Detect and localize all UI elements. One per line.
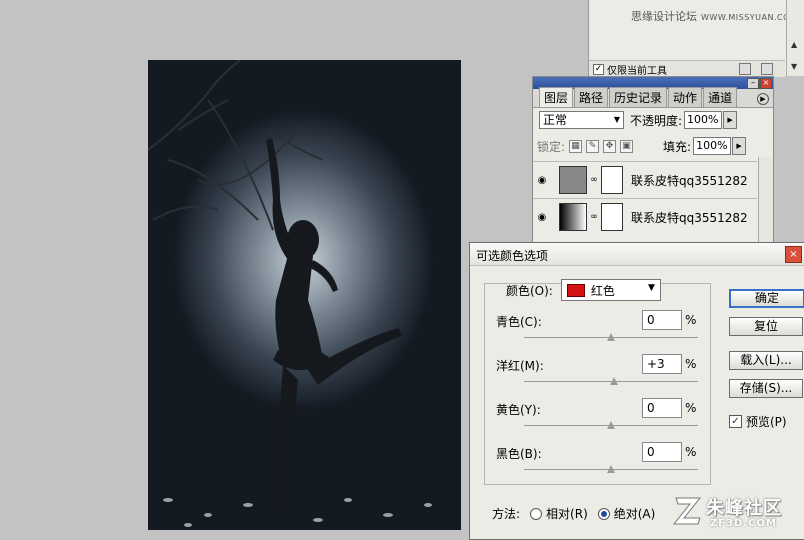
tab-actions[interactable]: 动作: [668, 87, 703, 107]
method-row: 方法: 相对(R) 绝对(A): [492, 505, 655, 522]
fill-input[interactable]: 100%: [693, 137, 732, 155]
panel-tabs: 图层 路径 历史记录 动作 通道 ▶: [533, 87, 773, 108]
document-canvas[interactable]: [148, 60, 461, 530]
red-swatch: [566, 283, 585, 297]
percent-sign: %: [685, 313, 697, 327]
opacity-slider-arrow-icon[interactable]: ▶: [723, 111, 738, 129]
load-button[interactable]: 载入(L)...: [729, 351, 803, 370]
gradient-map-thumb: [559, 203, 587, 231]
site-name-cn: 思缘设计论坛: [631, 10, 697, 23]
absolute-radio[interactable]: [597, 507, 610, 520]
layer-row[interactable]: ◉ ∞ 联系皮特qq3551282: [533, 161, 757, 198]
close-icon[interactable]: ×: [785, 246, 802, 263]
colors-label: 颜色(O):: [506, 283, 553, 298]
black-label: 黑色(B):: [496, 447, 542, 461]
visibility-eye-icon[interactable]: ◉: [533, 175, 551, 186]
chevron-down-icon: ▼: [613, 115, 620, 124]
scrollbar[interactable]: ▲ ▼: [786, 0, 804, 76]
adjustment-layer-thumb: [559, 166, 587, 194]
colors-row: 颜色(O): 红色 ▼: [506, 279, 661, 301]
panel-menu-icon[interactable]: ▶: [757, 93, 769, 105]
site-url: WWW.MISSYUAN.COM: [701, 13, 798, 22]
lock-label: 锁定:: [537, 139, 566, 154]
layer-row[interactable]: ◉ ∞ 联系皮特qq3551282: [533, 198, 757, 235]
layer-mask-thumb[interactable]: [601, 203, 623, 231]
yellow-label: 黄色(Y):: [496, 403, 541, 417]
percent-sign: %: [685, 357, 697, 371]
new-preset-icon[interactable]: [739, 63, 751, 75]
tab-layers[interactable]: 图层: [539, 87, 574, 107]
current-tool-only-checkbox[interactable]: ✓: [593, 63, 604, 75]
colors-select[interactable]: 红色 ▼: [560, 279, 661, 301]
current-tool-only-label: 仅限当前工具: [607, 65, 667, 77]
relative-label: 相对(R): [546, 507, 588, 521]
opacity-label: 不透明度:: [630, 113, 683, 128]
visibility-eye-icon[interactable]: ◉: [533, 212, 551, 223]
watermark-cn: 朱峰社区: [706, 498, 782, 519]
lock-position-icon[interactable]: ✥: [603, 139, 617, 153]
tool-options-strip: ✓ 仅限当前工具: [589, 60, 785, 77]
site-watermark-text: 思缘设计论坛 WWW.MISSYUAN.COM: [631, 8, 797, 24]
dancer-silhouette: [266, 138, 403, 512]
tab-channels[interactable]: 通道: [703, 87, 738, 107]
preview-label: 预览(P): [746, 415, 787, 429]
scroll-up-icon[interactable]: ▲: [791, 40, 797, 49]
yellow-input[interactable]: 0: [642, 398, 682, 418]
tab-history[interactable]: 历史记录: [609, 87, 668, 107]
chain-link-icon[interactable]: ∞: [590, 212, 598, 222]
black-slider-knob[interactable]: [607, 465, 615, 473]
ok-button[interactable]: 确定: [729, 289, 804, 308]
cyan-slider-knob[interactable]: [607, 333, 615, 341]
layer-mask-thumb[interactable]: [601, 166, 623, 194]
cyan-label: 青色(C):: [496, 315, 542, 329]
layers-scrollbar[interactable]: [758, 157, 773, 249]
branches: [148, 60, 324, 231]
layer-name[interactable]: 联系皮特qq3551282: [631, 172, 748, 189]
blend-opacity-row: 正常 ▼ 不透明度: 100% ▶: [539, 111, 738, 129]
trash-icon[interactable]: [761, 63, 773, 75]
lock-transparent-icon[interactable]: ▦: [569, 139, 583, 153]
preview-option[interactable]: ✓ 预览(P): [729, 413, 787, 430]
scroll-down-icon[interactable]: ▼: [791, 62, 797, 71]
dialog-titlebar[interactable]: 可选颜色选项 ×: [470, 243, 804, 266]
save-button[interactable]: 存储(S)...: [729, 379, 803, 398]
colors-value: 红色: [590, 283, 615, 298]
blend-mode-value: 正常: [543, 113, 568, 127]
watermark-en: ZF3D.COM: [710, 518, 777, 529]
chain-link-icon[interactable]: ∞: [590, 175, 598, 185]
close-icon[interactable]: ×: [760, 78, 772, 89]
magenta-slider-knob[interactable]: [609, 377, 618, 385]
yellow-slider-knob[interactable]: [607, 421, 615, 429]
method-label: 方法:: [492, 507, 521, 521]
dialog-title: 可选颜色选项: [476, 249, 549, 263]
chevron-down-icon: ▼: [647, 283, 655, 293]
absolute-label: 绝对(A): [613, 507, 656, 521]
magenta-input[interactable]: +3: [642, 354, 682, 374]
zf3d-logo-icon: [672, 497, 702, 525]
lock-image-icon[interactable]: ✎: [586, 139, 600, 153]
relative-radio[interactable]: [530, 507, 543, 520]
percent-sign: %: [685, 401, 697, 415]
percent-sign: %: [685, 445, 697, 459]
preview-checkbox[interactable]: ✓: [729, 415, 742, 428]
site-watermark: 朱峰社区 ZF3D.COM: [672, 492, 800, 536]
lock-all-icon[interactable]: ▣: [620, 139, 634, 153]
blend-mode-select[interactable]: 正常 ▼: [539, 111, 624, 129]
layers-panel: – × 图层 路径 历史记录 动作 通道 ▶ 正常 ▼ 不透明度: 100% ▶ …: [532, 76, 774, 250]
opacity-input[interactable]: 100%: [684, 111, 723, 129]
dancer-photo: [148, 60, 432, 527]
minimize-icon[interactable]: –: [747, 78, 759, 89]
tab-paths[interactable]: 路径: [574, 87, 609, 107]
black-input[interactable]: 0: [642, 442, 682, 462]
fill-label: 填充:: [663, 139, 692, 154]
floor-petals: [163, 498, 432, 527]
magenta-label: 洋红(M):: [496, 359, 544, 373]
lock-fill-row: 锁定: ▦ ✎ ✥ ▣ 填充: 100% ▶: [537, 137, 769, 155]
layer-name[interactable]: 联系皮特qq3551282: [631, 209, 748, 226]
fill-slider-arrow-icon[interactable]: ▶: [732, 137, 747, 155]
reset-button[interactable]: 复位: [729, 317, 803, 336]
tool-options-panel: 思缘设计论坛 WWW.MISSYUAN.COM ✓ 仅限当前工具 ▲ ▼: [588, 0, 804, 77]
cyan-input[interactable]: 0: [642, 310, 682, 330]
